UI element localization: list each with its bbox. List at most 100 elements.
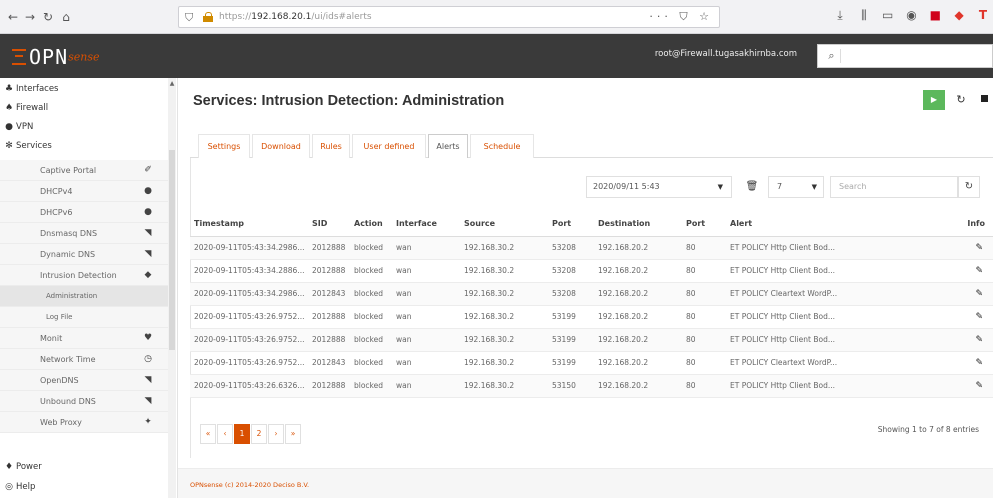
sidebar-item-opendns[interactable]: OpenDNS ◥ — [0, 370, 168, 391]
sidebar-item-vpn[interactable]: ● VPN — [0, 118, 168, 136]
sidebar-item-dynamic-dns[interactable]: Dynamic DNS ◥ — [0, 244, 168, 265]
column-header-destination-port[interactable]: Port — [682, 212, 726, 237]
column-header-sid[interactable]: SID — [308, 212, 350, 237]
user-menu[interactable]: root@Firewall.tugasakhirnba.com — [655, 49, 797, 59]
magic-icon: ✦ — [144, 417, 152, 427]
column-header-source[interactable]: Source — [460, 212, 548, 237]
page-prev[interactable]: ‹ — [217, 424, 233, 444]
sidebar-item-unbound-dns[interactable]: Unbound DNS ◥ — [0, 391, 168, 412]
back-arrow-icon[interactable]: ← — [4, 8, 22, 26]
address-bar[interactable]: ⛉ https://192.168.20.1/ui/ids#alerts ···… — [178, 6, 720, 28]
header-search-input[interactable]: ⌕ — [817, 44, 993, 68]
footer-copyright[interactable]: OPNsense (c) 2014-2020 Deciso B.V. — [190, 481, 309, 489]
pencil-icon[interactable]: ✎ — [975, 266, 983, 276]
pencil-icon[interactable]: ✎ — [975, 335, 983, 345]
play-icon[interactable]: ▶ — [923, 90, 945, 110]
table-cell-info: ✎ — [866, 259, 993, 283]
column-header-timestamp[interactable]: Timestamp — [190, 212, 308, 237]
extension-toolbar: ⤓ ⫼ ▭ ◉ ■ ◆ T — [830, 8, 993, 23]
grid-toolbar: 2020/09/11 5:43 ▼ 🗑 7 ▼ Search ↻ — [190, 172, 993, 200]
table-row[interactable]: 2020-09-11T05:43:34.2986... 2012888 blocke… — [190, 236, 993, 260]
home-icon[interactable]: ⌂ — [58, 8, 74, 26]
extension-red-diamond-icon[interactable]: ◆ — [949, 8, 969, 22]
pencil-icon[interactable]: ✎ — [975, 381, 983, 391]
column-header-action[interactable]: Action — [350, 212, 392, 237]
pencil-icon[interactable]: ✎ — [975, 358, 983, 368]
opnsense-logo[interactable]: OPNsense — [12, 45, 100, 69]
page-2[interactable]: 2 — [251, 424, 267, 444]
refresh-icon[interactable]: ↻ — [958, 176, 980, 198]
sidebar-item-firewall[interactable]: ♠ Firewall — [0, 99, 168, 117]
page-last[interactable]: » — [285, 424, 301, 444]
column-header-interface[interactable]: Interface — [392, 212, 460, 237]
library-icon[interactable]: ⫼ — [854, 8, 874, 23]
scrollbar-thumb[interactable] — [169, 150, 175, 350]
sidebar-item-network-time[interactable]: Network Time ◷ — [0, 349, 168, 370]
sidebar-item-monit[interactable]: Monit ♥ — [0, 328, 168, 349]
column-header-destination[interactable]: Destination — [594, 212, 682, 237]
page-next[interactable]: › — [268, 424, 284, 444]
table-row[interactable]: 2020-09-11T05:43:26.9752... 2012843 blocke… — [190, 351, 993, 375]
table-cell: 80 — [682, 374, 726, 398]
stop-icon[interactable] — [975, 90, 993, 110]
sidebar-item-dnsmasq-dns[interactable]: Dnsmasq DNS ◥ — [0, 223, 168, 244]
log-date-select[interactable]: 2020/09/11 5:43 ▼ — [586, 176, 732, 198]
sidebar-item-dhcpv4[interactable]: DHCPv4 ● — [0, 181, 168, 202]
table-cell: ET POLICY Http Client Bod... — [726, 328, 866, 352]
tab-rules[interactable]: Rules — [312, 134, 350, 158]
scroll-up-icon[interactable]: ▲ — [168, 80, 176, 87]
page-first[interactable]: « — [200, 424, 216, 444]
tab-download[interactable]: Download — [252, 134, 310, 158]
table-cell: 192.168.20.2 — [594, 374, 682, 398]
sidebar-scrollbar[interactable]: ▲ — [168, 78, 176, 498]
bullseye-icon: ● — [144, 207, 152, 217]
tracking-shield-icon[interactable]: ⛉ — [185, 11, 193, 25]
column-header-source-port[interactable]: Port — [548, 212, 594, 237]
caret-down-icon: ▼ — [717, 183, 723, 191]
account-icon[interactable]: ◉ — [902, 8, 922, 22]
downloads-icon[interactable]: ⤓ — [830, 8, 850, 23]
sidebar-item-web-proxy[interactable]: Web Proxy ✦ — [0, 412, 168, 433]
lifebuoy-icon: ◎ — [5, 482, 13, 492]
table-cell-info: ✎ — [866, 236, 993, 260]
table-row[interactable]: 2020-09-11T05:43:26.9752... 2012888 blocke… — [190, 328, 993, 352]
rows-per-page-select[interactable]: 7 ▼ — [768, 176, 824, 198]
sidebar-item-help[interactable]: ◎ Help — [0, 478, 168, 496]
table-row[interactable]: 2020-09-11T05:43:34.2886... 2012888 blocke… — [190, 259, 993, 283]
tab-alerts[interactable]: Alerts — [428, 134, 468, 159]
table-row[interactable]: 2020-09-11T05:43:34.2986... 2012843 blocke… — [190, 282, 993, 306]
tab-schedule[interactable]: Schedule — [470, 134, 534, 158]
column-header-alert[interactable]: Alert — [726, 212, 866, 237]
bullseye-icon: ● — [144, 186, 152, 196]
sidebar-item-captive-portal[interactable]: Captive Portal ✐ — [0, 160, 168, 181]
restart-icon[interactable]: ↻ — [951, 90, 971, 110]
tab-settings[interactable]: Settings — [198, 134, 250, 158]
pencil-icon[interactable]: ✎ — [975, 289, 983, 299]
trash-icon[interactable]: 🗑 — [742, 176, 762, 198]
forward-arrow-icon[interactable]: → — [22, 8, 38, 26]
page-actions[interactable]: ··· ⛉ ☆ — [649, 10, 713, 24]
sidebar-item-dhcpv6[interactable]: DHCPv6 ● — [0, 202, 168, 223]
sidebar-item-services[interactable]: ✻ Services — [0, 137, 168, 155]
page-1[interactable]: 1 — [234, 424, 250, 444]
reload-icon[interactable]: ↻ — [40, 8, 56, 26]
table-row[interactable]: 2020-09-11T05:43:26.9752... 2012888 blocke… — [190, 305, 993, 329]
sidebar-item-interfaces[interactable]: ♣ Interfaces — [0, 80, 168, 98]
sidebar-item-log-file[interactable]: Log File — [0, 307, 168, 328]
sidebar-item-administration[interactable]: Administration — [0, 286, 168, 307]
table-cell: blocked — [350, 351, 392, 375]
reader-icon[interactable]: ▭ — [878, 8, 898, 22]
pencil-icon[interactable]: ✎ — [975, 243, 983, 253]
table-row[interactable]: 2020-09-11T05:43:26.6326... 2012888 blocke… — [190, 374, 993, 398]
tab-user-defined[interactable]: User defined — [352, 134, 426, 158]
pencil-icon[interactable]: ✎ — [975, 312, 983, 322]
extension-red-square-icon[interactable]: ■ — [925, 8, 945, 22]
grid-search-input[interactable]: Search — [830, 176, 958, 198]
table-cell: 2020-09-11T05:43:34.2886... — [190, 259, 308, 283]
extension-t-icon[interactable]: T — [973, 8, 993, 22]
lock-icon[interactable] — [203, 12, 213, 22]
sidebar-item-intrusion-detection[interactable]: Intrusion Detection ◆ — [0, 265, 168, 286]
sidebar-item-power[interactable]: ♦ Power — [0, 458, 168, 476]
network-icon: ♣ — [4, 84, 14, 94]
table-cell: wan — [392, 236, 460, 260]
